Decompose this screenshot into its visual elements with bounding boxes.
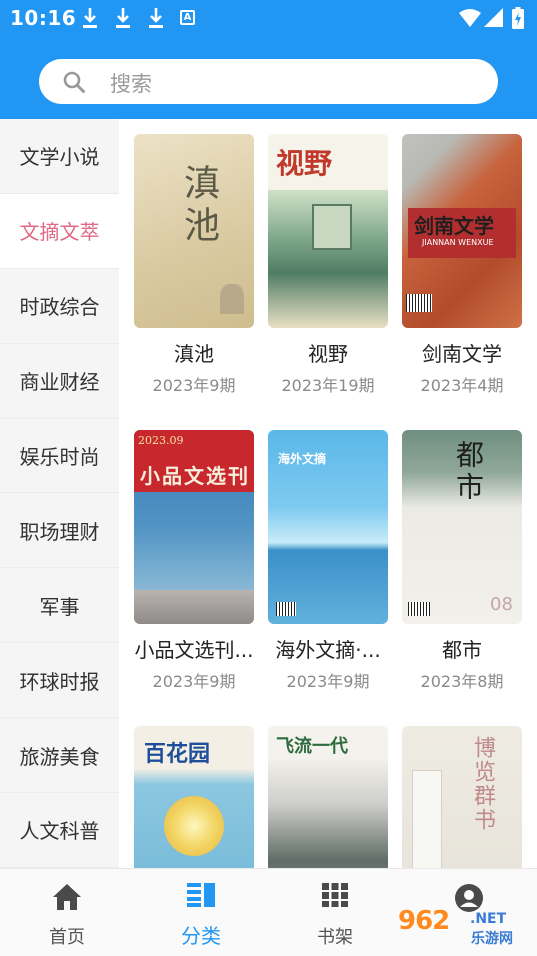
- magazine-card[interactable]: 剑南文学 JIANNAN WENXUE 剑南文学 2023年4期: [401, 134, 523, 396]
- barcode: [406, 294, 432, 312]
- wifi-icon: [459, 9, 481, 27]
- magazine-cover[interactable]: 2023.09 小品文选刊: [134, 430, 254, 624]
- header: 搜索: [0, 36, 537, 119]
- book-issue: 2023年19期: [281, 376, 375, 395]
- magazine-cover[interactable]: 滇池: [134, 134, 254, 328]
- cover-subtitle: JIANNAN WENXUE: [422, 238, 494, 247]
- status-time: 10:16: [10, 6, 77, 30]
- nav-label-category: 分类: [181, 924, 221, 948]
- cover-title: 剑南文学: [414, 214, 494, 238]
- status-bar: 10:16 A: [0, 0, 537, 36]
- category-item-wenzhai[interactable]: 文摘文萃: [0, 193, 119, 269]
- magazine-cover[interactable]: 视野: [268, 134, 388, 328]
- cover-title: 百花园: [144, 741, 211, 767]
- cover-flower: [164, 796, 224, 856]
- magazine-card[interactable]: 滇池 滇池 2023年9期: [133, 134, 255, 396]
- watermark-name: 乐游网: [471, 931, 513, 947]
- category-item-lvyou[interactable]: 旅游美食: [0, 718, 119, 794]
- magazine-cover[interactable]: 百花园: [134, 726, 254, 868]
- category-item-yule[interactable]: 娱乐时尚: [0, 419, 119, 494]
- category-item-junshi[interactable]: 军事: [0, 568, 119, 644]
- cover-title: 滇池: [178, 164, 219, 248]
- nav-tab-home[interactable]: 首页: [0, 869, 134, 956]
- book-issue: 2023年8期: [420, 672, 504, 691]
- search-input[interactable]: 搜索: [39, 59, 498, 104]
- cover-title: 小品文选刊: [140, 464, 250, 488]
- magazine-card[interactable]: 海外文摘 海外文摘·... 2023年9期: [267, 430, 389, 692]
- signal-icon: [484, 8, 503, 27]
- book-title: 都市: [442, 638, 482, 662]
- cover-mountain: [134, 590, 254, 624]
- book-title: 小品文选刊...: [134, 638, 254, 662]
- cover-title: 博览群书: [470, 736, 495, 832]
- magazine-cover[interactable]: 都市 08: [402, 430, 522, 624]
- category-item-huanqiu[interactable]: 环球时报: [0, 643, 119, 719]
- magazine-card[interactable]: 飞流一代: [267, 726, 389, 868]
- battery-icon: [512, 7, 524, 29]
- cover-object: [412, 770, 442, 868]
- nav-label-bookshelf: 书架: [317, 927, 353, 948]
- watermark-domain: .NET: [470, 911, 507, 927]
- search-icon: [63, 71, 85, 93]
- cover-date: 2023.09: [138, 434, 184, 447]
- book-title: 滇池: [174, 342, 214, 366]
- category-item-wenxue[interactable]: 文学小说: [0, 119, 119, 194]
- cover-title: 飞流一代: [276, 736, 348, 757]
- category-item-shangye[interactable]: 商业财经: [0, 344, 119, 419]
- cover-title: 都市: [452, 440, 485, 504]
- category-item-renwen[interactable]: 人文科普: [0, 793, 119, 868]
- cover-issue-number: 08: [490, 594, 513, 615]
- watermark-logo: 962 .NET 乐游网: [398, 906, 530, 952]
- category-item-shizheng[interactable]: 时政综合: [0, 269, 119, 344]
- category-sidebar[interactable]: 文学小说 文摘文萃 时政综合 商业财经 娱乐时尚 职场理财 军事 环球时报 旅游…: [0, 119, 119, 868]
- magazine-cover[interactable]: 海外文摘: [268, 430, 388, 624]
- download-icon: [149, 8, 163, 28]
- cover-building: [312, 204, 352, 250]
- magazine-card[interactable]: 2023.09 小品文选刊 小品文选刊... 2023年9期: [133, 430, 255, 692]
- download-icon: [116, 8, 130, 28]
- book-issue: 2023年4期: [420, 376, 504, 395]
- magazine-card[interactable]: 都市 08 都市 2023年8期: [401, 430, 523, 692]
- book-issue: 2023年9期: [152, 376, 236, 395]
- book-issue: 2023年9期: [286, 672, 370, 691]
- download-icon: [83, 8, 97, 28]
- cover-title: 海外文摘: [278, 452, 327, 466]
- magazine-cover[interactable]: 飞流一代: [268, 726, 388, 868]
- cover-title: 视野: [276, 147, 333, 180]
- nav-tab-bookshelf[interactable]: 书架: [268, 869, 402, 956]
- home-icon: [53, 884, 81, 910]
- a-notification-icon: A: [180, 10, 195, 25]
- nav-label-home: 首页: [49, 927, 85, 948]
- book-title: 视野: [308, 342, 348, 366]
- magazine-card[interactable]: 视野 视野 2023年19期: [267, 134, 389, 396]
- magazine-card[interactable]: 博览群书: [401, 726, 523, 868]
- category-icon: [187, 883, 215, 907]
- magazine-cover[interactable]: 博览群书: [402, 726, 522, 868]
- magazine-grid: 滇池 滇池 2023年9期 视野 视野 2023年19期 剑南文学 JIANNA…: [119, 119, 537, 868]
- barcode: [408, 602, 430, 616]
- book-issue: 2023年9期: [152, 672, 236, 691]
- category-item-zhichang[interactable]: 职场理财: [0, 493, 119, 569]
- book-title: 海外文摘·...: [275, 638, 381, 662]
- book-title: 剑南文学: [422, 342, 502, 366]
- cover-figure: [220, 284, 244, 314]
- barcode: [276, 602, 296, 616]
- search-placeholder: 搜索: [110, 72, 152, 96]
- watermark-number: 962: [398, 906, 450, 936]
- nav-tab-category[interactable]: 分类: [134, 869, 268, 956]
- magazine-card[interactable]: 百花园: [133, 726, 255, 868]
- magazine-cover[interactable]: 剑南文学 JIANNAN WENXUE: [402, 134, 522, 328]
- bookshelf-icon: [322, 883, 348, 907]
